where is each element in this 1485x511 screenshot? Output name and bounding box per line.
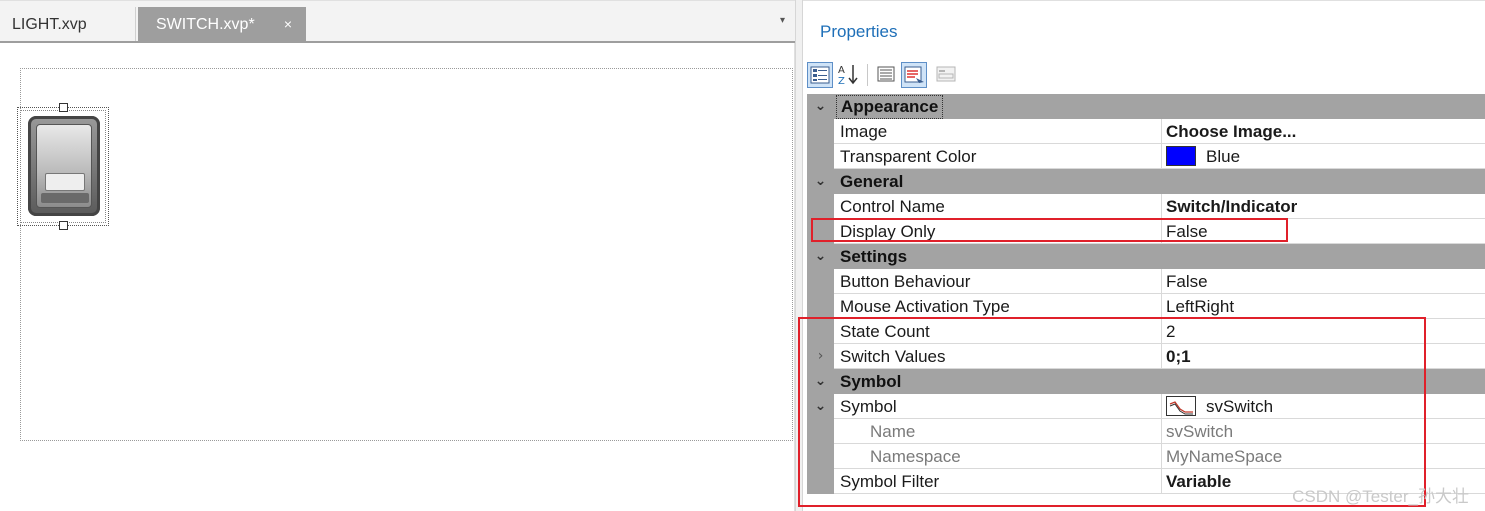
property-name: Switch Values (834, 344, 1162, 369)
property-row-state-count[interactable]: State Count 2 (807, 319, 1485, 344)
property-row-button-behaviour[interactable]: Button Behaviour False (807, 269, 1485, 294)
svg-text:Z: Z (838, 76, 845, 86)
property-value[interactable]: False (1162, 219, 1485, 244)
row-gutter (807, 119, 834, 144)
row-gutter (807, 144, 834, 169)
category-label: Settings (840, 247, 908, 266)
category-settings[interactable]: ⌄ Settings (807, 244, 1485, 269)
property-grid: ⌄ Appearance Image Choose Image... Trans… (807, 94, 1485, 494)
properties-title: Properties (820, 22, 898, 41)
properties-toolbar: AZ (807, 60, 1483, 90)
property-name: Display Only (834, 219, 1162, 244)
property-value[interactable]: svSwitch (1162, 419, 1485, 444)
property-value[interactable]: Switch/Indicator (1162, 194, 1485, 219)
property-row-transparent-color[interactable]: Transparent Color Blue (807, 144, 1485, 169)
category-appearance[interactable]: ⌄ Appearance (807, 94, 1485, 119)
property-row-symbol-name[interactable]: Name svSwitch (807, 419, 1485, 444)
row-gutter (807, 419, 834, 444)
property-value: Blue (1206, 147, 1241, 166)
category-label: General (840, 172, 904, 191)
property-name: Mouse Activation Type (834, 294, 1162, 319)
property-row-image[interactable]: Image Choose Image... (807, 119, 1485, 144)
toolbar-separator (867, 64, 868, 86)
switch-base (41, 193, 89, 203)
category-general[interactable]: ⌄ General (807, 169, 1485, 194)
category-symbol[interactable]: ⌄ Symbol (807, 369, 1485, 394)
property-row-display-only[interactable]: Display Only False (807, 219, 1485, 244)
designer-pane: LIGHT.xvp SWITCH.xvp* × ▾ (0, 0, 795, 511)
property-pages-icon[interactable] (933, 62, 959, 88)
tab-light-xvp[interactable]: LIGHT.xvp (0, 7, 136, 42)
property-row-switch-values[interactable]: › Switch Values 0;1 (807, 344, 1485, 369)
document-tab-strip: LIGHT.xvp SWITCH.xvp* × ▾ (0, 0, 795, 43)
property-name: Symbol Filter (834, 469, 1162, 494)
design-canvas[interactable] (0, 43, 795, 511)
property-value-cell[interactable]: Blue (1162, 144, 1485, 169)
property-value[interactable]: 0;1 (1162, 344, 1485, 369)
properties-pane: Properties AZ ⌄ Appearance Image Choose … (803, 0, 1485, 511)
property-value[interactable]: False (1162, 269, 1485, 294)
property-value-cell[interactable]: svSwitch (1162, 394, 1485, 419)
chevron-down-icon[interactable]: ⌄ (807, 394, 834, 419)
signal-icon (1166, 396, 1196, 416)
property-value[interactable]: LeftRight (1162, 294, 1485, 319)
property-row-control-name[interactable]: Control Name Switch/Indicator (807, 194, 1485, 219)
property-value[interactable]: 2 (1162, 319, 1485, 344)
property-name: Control Name (834, 194, 1162, 219)
property-row-mouse-activation-type[interactable]: Mouse Activation Type LeftRight (807, 294, 1485, 319)
row-gutter (807, 269, 834, 294)
row-gutter (807, 444, 834, 469)
row-gutter (807, 319, 834, 344)
property-name: Symbol (834, 394, 1162, 419)
chevron-down-icon[interactable]: ⌄ (807, 244, 834, 269)
chevron-right-icon[interactable]: › (807, 344, 834, 369)
tab-switch-xvp[interactable]: SWITCH.xvp* × (138, 7, 306, 42)
row-gutter (807, 294, 834, 319)
chevron-down-icon[interactable]: ⌄ (807, 94, 834, 119)
property-name: Transparent Color (834, 144, 1162, 169)
svg-text:A: A (838, 65, 845, 76)
tab-label: LIGHT.xvp (12, 16, 87, 33)
chevron-down-icon[interactable]: ⌄ (807, 169, 834, 194)
chevron-down-icon[interactable]: ▾ (780, 15, 785, 26)
property-list-icon[interactable] (873, 62, 899, 88)
resize-handle-top[interactable] (59, 103, 68, 112)
property-name: State Count (834, 319, 1162, 344)
property-value[interactable]: MyNameSpace (1162, 444, 1485, 469)
row-gutter (807, 219, 834, 244)
property-name: Name (834, 419, 1162, 444)
property-name: Namespace (834, 444, 1162, 469)
property-value: svSwitch (1206, 397, 1274, 416)
property-row-symbol[interactable]: ⌄ Symbol svSwitch (807, 394, 1485, 419)
resize-handle-bottom[interactable] (59, 221, 68, 230)
design-surface[interactable] (20, 68, 793, 441)
property-value[interactable]: Choose Image... (1162, 119, 1485, 144)
watermark: CSDN @Tester_孙大壮 (1292, 487, 1469, 506)
row-gutter (807, 194, 834, 219)
pane-splitter[interactable] (795, 0, 803, 511)
events-icon[interactable] (901, 62, 927, 88)
switch-rocker (36, 124, 92, 208)
tab-label: SWITCH.xvp* (156, 16, 255, 33)
switch-slot (45, 173, 85, 191)
row-gutter (807, 469, 834, 494)
switch-control-selection[interactable] (17, 103, 109, 230)
category-label: Appearance (836, 95, 944, 119)
property-name: Button Behaviour (834, 269, 1162, 294)
close-icon[interactable]: × (284, 7, 292, 42)
color-swatch (1166, 146, 1196, 166)
category-label: Symbol (840, 372, 902, 391)
property-row-symbol-namespace[interactable]: Namespace MyNameSpace (807, 444, 1485, 469)
chevron-down-icon[interactable]: ⌄ (807, 369, 834, 394)
property-name: Image (834, 119, 1162, 144)
sort-az-icon[interactable]: AZ (835, 62, 861, 88)
toggle-switch-icon[interactable] (28, 116, 100, 216)
categorized-icon[interactable] (807, 62, 833, 88)
